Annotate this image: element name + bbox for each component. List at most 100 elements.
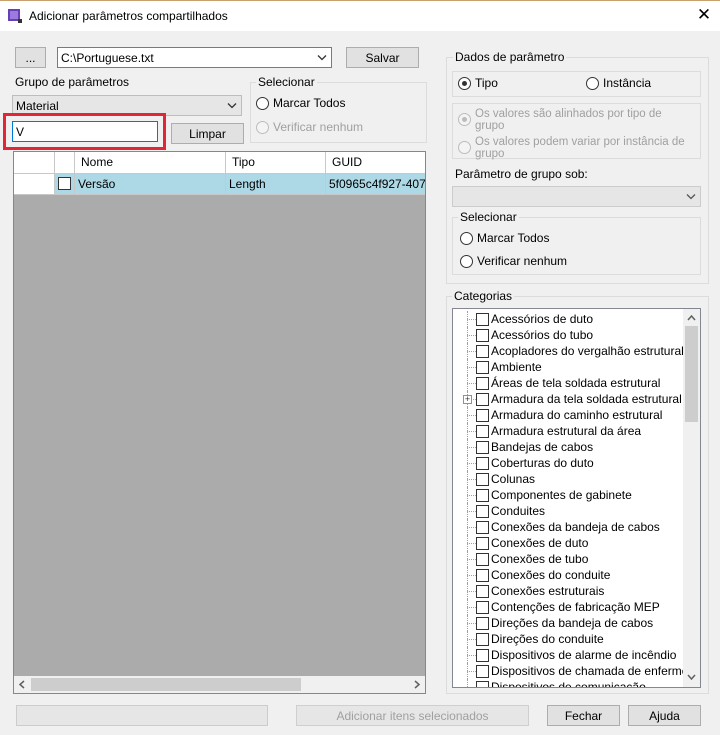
tree-branch (467, 463, 476, 464)
radio-icon (458, 141, 471, 154)
scroll-right-icon[interactable] (413, 680, 421, 689)
category-label: Conexões estruturais (491, 584, 605, 598)
close-button[interactable]: Fechar (547, 705, 620, 726)
expand-plus-icon[interactable]: + (463, 395, 472, 404)
table-row[interactable]: Versão Length 5f0965c4f927-407e- (14, 174, 425, 196)
category-label: Conexões do conduite (491, 568, 611, 582)
category-checkbox[interactable] (476, 553, 489, 566)
category-checkbox[interactable] (476, 521, 489, 534)
title-bar: Adicionar parâmetros compartilhados ✕ (0, 0, 720, 31)
status-field (16, 705, 268, 726)
radio-selected-icon (458, 113, 471, 126)
category-checkbox[interactable] (476, 489, 489, 502)
category-checkbox[interactable] (476, 633, 489, 646)
category-label: Dispositivos de chamada de enfermeira (491, 664, 701, 678)
category-checkbox[interactable] (476, 681, 489, 687)
type-label: Tipo (475, 76, 498, 90)
aligned-by-type-radio[interactable]: Os valores são alinhados por tipo de gru… (458, 108, 688, 132)
category-checkbox[interactable] (476, 617, 489, 630)
check-all-radio-right[interactable]: Marcar Todos (460, 231, 549, 245)
row-selector[interactable] (14, 174, 55, 195)
scroll-left-icon[interactable] (18, 680, 26, 689)
category-checkbox[interactable] (476, 457, 489, 470)
clear-button[interactable]: Limpar (171, 123, 244, 144)
category-checkbox[interactable] (476, 585, 489, 598)
category-checkbox[interactable] (476, 601, 489, 614)
close-icon[interactable]: ✕ (694, 5, 714, 25)
header-row-selector (14, 152, 55, 173)
column-header-type[interactable]: Tipo (226, 152, 326, 173)
category-checkbox[interactable] (476, 377, 489, 390)
categories-tree[interactable]: Acessórios de duto Acessórios do tubo Acop… (452, 308, 701, 688)
tree-branch (467, 607, 476, 608)
row-name: Versão (75, 174, 226, 195)
categories-title: Categorias (452, 289, 515, 303)
category-label: Dispositivos de comunicação (491, 680, 646, 688)
horizontal-scrollbar[interactable] (14, 676, 425, 693)
column-header-guid[interactable]: GUID (326, 152, 425, 173)
category-label: Direções da bandeja de cabos (491, 616, 654, 630)
app-icon (8, 9, 22, 23)
scroll-thumb[interactable] (31, 678, 301, 691)
category-checkbox[interactable] (476, 505, 489, 518)
group-under-combo[interactable] (452, 186, 701, 207)
row-checkbox-cell[interactable] (55, 174, 75, 195)
file-path-value: C:\Portuguese.txt (61, 50, 154, 65)
check-all-radio-left[interactable]: Marcar Todos (256, 96, 345, 110)
scroll-thumb[interactable] (685, 326, 698, 422)
radio-icon (256, 96, 269, 110)
row-type: Length (226, 174, 326, 195)
instance-radio[interactable]: Instância (586, 76, 651, 90)
check-none-label-right: Verificar nenhum (477, 254, 568, 268)
tree-branch (467, 559, 476, 560)
category-checkbox[interactable] (476, 345, 489, 358)
check-none-radio-right[interactable]: Verificar nenhum (460, 254, 567, 268)
group-under-label: Parâmetro de grupo sob: (455, 167, 588, 181)
file-path-combo[interactable]: C:\Portuguese.txt (57, 47, 332, 68)
filter-input[interactable]: V (12, 121, 158, 142)
add-selected-button[interactable]: Adicionar itens selecionados (296, 705, 529, 726)
category-label: Acopladores do vergalhão estrutural (491, 344, 684, 358)
category-label: Conexões da bandeja de cabos (491, 520, 660, 534)
tree-branch (467, 367, 476, 368)
category-checkbox[interactable] (476, 393, 489, 406)
scroll-up-icon[interactable] (687, 314, 696, 322)
tree-branch (467, 415, 476, 416)
category-checkbox[interactable] (476, 409, 489, 422)
save-button[interactable]: Salvar (346, 47, 419, 68)
category-checkbox[interactable] (476, 665, 489, 678)
category-checkbox[interactable] (476, 649, 489, 662)
category-checkbox[interactable] (476, 441, 489, 454)
help-button[interactable]: Ajuda (628, 705, 701, 726)
row-guid: 5f0965c4f927-407e- (326, 174, 425, 195)
instance-label: Instância (603, 76, 652, 90)
category-checkbox[interactable] (476, 313, 489, 326)
check-none-label-left: Verificar nenhum (273, 120, 364, 134)
parameter-grid[interactable]: Nome Tipo GUID Versão Length 5f0965c4f92… (13, 151, 426, 694)
tree-branch (467, 447, 476, 448)
select-right-title: Selecionar (458, 210, 519, 224)
category-checkbox[interactable] (476, 537, 489, 550)
radio-icon (460, 231, 473, 245)
check-all-label-left: Marcar Todos (273, 96, 346, 110)
browse-button[interactable]: ... (15, 47, 46, 68)
chevron-down-icon (227, 102, 237, 108)
check-all-label-right: Marcar Todos (477, 231, 550, 245)
vary-by-instance-radio[interactable]: Os valores podem variar por instância de… (458, 136, 688, 160)
category-checkbox[interactable] (476, 329, 489, 342)
check-none-radio-left[interactable]: Verificar nenhum (256, 120, 363, 134)
category-label: Conduites (491, 504, 546, 518)
tree-branch (467, 591, 476, 592)
tree-branch (467, 543, 476, 544)
category-checkbox[interactable] (476, 473, 489, 486)
category-checkbox[interactable] (476, 569, 489, 582)
scroll-down-icon[interactable] (687, 673, 696, 681)
tree-branch (467, 335, 476, 336)
row-checkbox[interactable] (58, 177, 71, 190)
category-checkbox[interactable] (476, 425, 489, 438)
vertical-scrollbar[interactable] (683, 309, 700, 687)
column-header-name[interactable]: Nome (75, 152, 226, 173)
category-label: Acessórios de duto (491, 312, 594, 326)
category-checkbox[interactable] (476, 361, 489, 374)
type-radio[interactable]: Tipo (458, 76, 498, 90)
